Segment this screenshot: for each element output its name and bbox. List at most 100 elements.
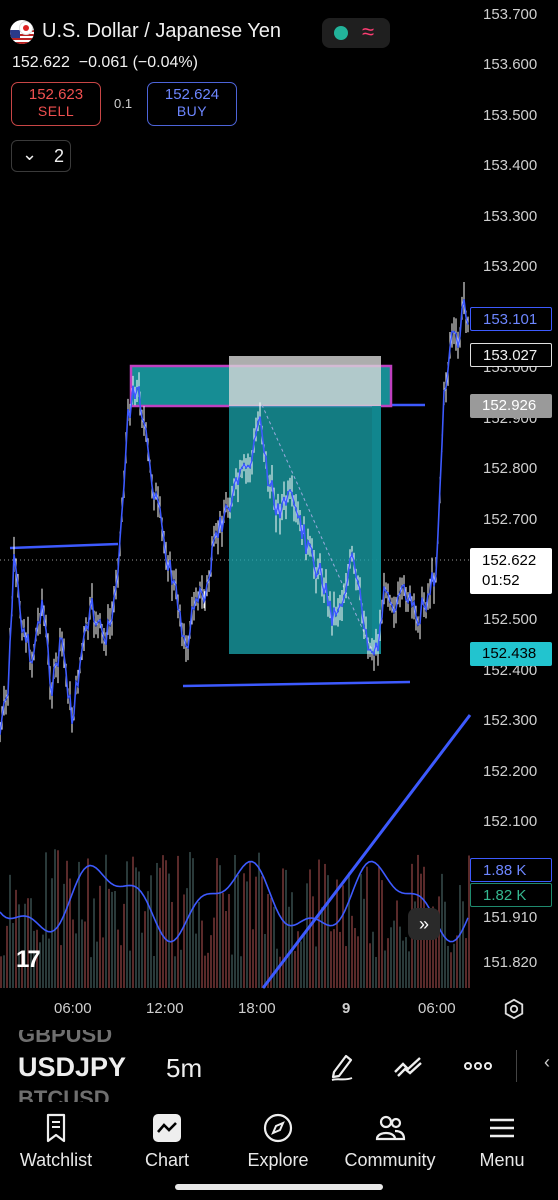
volume-bar xyxy=(129,950,131,988)
menu-icon xyxy=(490,1118,514,1138)
volume-bar xyxy=(282,868,284,988)
volume-bar xyxy=(27,898,29,988)
volume-bar xyxy=(303,935,305,988)
volume-bar xyxy=(255,876,257,988)
wave-icon: ≈ xyxy=(362,19,375,44)
volume-bar xyxy=(285,869,287,988)
volume-bar xyxy=(225,911,227,988)
volume-bar xyxy=(315,946,317,988)
buy-button[interactable]: 152.624 BUY xyxy=(147,82,237,126)
bookmark-icon xyxy=(46,1113,66,1143)
price-quote: 152.622 −0.061 (−0.04%) xyxy=(12,54,198,72)
support-line-bottom[interactable] xyxy=(182,680,411,688)
volume-bar xyxy=(6,925,8,988)
chart-settings-icon[interactable] xyxy=(503,998,525,1020)
more-options-icon[interactable] xyxy=(462,1050,494,1082)
volume-bar xyxy=(57,850,59,988)
volume-bar xyxy=(369,943,371,988)
price-axis-label: 151.820 xyxy=(483,954,538,972)
volume-bar xyxy=(240,956,242,988)
volume-bars xyxy=(0,849,470,988)
volume-bar xyxy=(375,956,377,988)
volume-bar xyxy=(246,881,248,988)
market-status-pill[interactable]: ≈ xyxy=(322,18,390,48)
volume-bar xyxy=(447,945,449,988)
last-price-tag-value: 152.622 xyxy=(482,552,537,569)
volume-bar xyxy=(42,934,44,988)
volume-bar xyxy=(69,878,71,988)
scroll-to-latest-button[interactable]: » xyxy=(408,908,440,940)
volume-bar xyxy=(249,861,251,988)
sell-button[interactable]: 152.623 SELL xyxy=(11,82,101,126)
toolbar-divider xyxy=(516,1050,517,1082)
chevron-down-icon: ⌄ xyxy=(22,144,38,164)
volume-bar xyxy=(39,942,41,988)
drawing-tools-icon[interactable] xyxy=(392,1050,424,1082)
volume-bar xyxy=(141,932,143,988)
tradingview-logo-icon: 17 xyxy=(16,946,41,973)
chevron-left-icon[interactable]: ‹ xyxy=(544,1052,550,1073)
price-tag-teal: 152.438 xyxy=(470,642,552,666)
volume-bar xyxy=(462,901,464,988)
tab-chart[interactable]: Chart xyxy=(112,1112,222,1171)
volume-bar xyxy=(144,911,146,988)
volume-bar xyxy=(363,898,365,988)
volume-bar xyxy=(183,894,185,988)
volume-bar xyxy=(216,858,218,988)
symbol-title[interactable]: U.S. Dollar / Japanese Yen xyxy=(42,20,281,43)
volume-bar xyxy=(96,941,98,988)
tab-label: Community xyxy=(344,1150,436,1170)
volume-bar xyxy=(54,849,56,988)
price-axis-label: 152.700 xyxy=(483,510,538,528)
tab-menu[interactable]: Menu xyxy=(447,1112,557,1171)
volume-bar xyxy=(465,938,467,988)
volume-bar xyxy=(396,900,398,988)
home-indicator[interactable] xyxy=(175,1184,383,1190)
price-change: −0.061 (−0.04%) xyxy=(78,54,198,71)
tab-label: Menu xyxy=(479,1150,525,1170)
volume-bar xyxy=(195,933,197,988)
volume-bar xyxy=(372,931,374,988)
volume-bar xyxy=(327,875,329,988)
price-tag-gray: 152.926 xyxy=(470,394,552,418)
volume-bar xyxy=(351,915,353,988)
volume-bar xyxy=(318,859,320,988)
volume-tag-blue: 1.88 K xyxy=(470,858,552,882)
volume-bar xyxy=(81,919,83,988)
volume-bar xyxy=(234,854,236,988)
price-axis-label: 153.500 xyxy=(483,106,538,124)
volume-bar xyxy=(222,892,224,988)
position-stop-zone[interactable] xyxy=(229,356,381,406)
indicators-toggle-button[interactable]: ⌄ 2 xyxy=(11,140,71,172)
volume-bar xyxy=(87,858,89,988)
volume-bar xyxy=(192,858,194,988)
tab-community[interactable]: Community xyxy=(335,1112,445,1171)
volume-bar xyxy=(357,936,359,988)
tab-explore[interactable]: Explore xyxy=(223,1112,333,1171)
volume-bar xyxy=(12,923,14,988)
tab-label: Chart xyxy=(144,1150,189,1170)
volume-bar xyxy=(231,954,233,988)
timeframe-selector[interactable]: 5m xyxy=(166,1053,202,1084)
pencil-draw-icon[interactable] xyxy=(326,1050,358,1082)
volume-bar xyxy=(63,883,65,988)
bar-countdown: 01:52 xyxy=(482,572,520,589)
time-label: 12:00 xyxy=(146,1000,184,1017)
volume-bar xyxy=(132,856,134,988)
volume-bar xyxy=(210,935,212,988)
buy-label: BUY xyxy=(176,103,208,119)
volume-bar xyxy=(456,935,458,988)
volume-bar xyxy=(72,919,74,988)
volume-bar xyxy=(117,929,119,988)
volume-bar xyxy=(324,863,326,988)
volume-bar xyxy=(213,917,215,988)
volume-bar xyxy=(393,920,395,988)
tab-watchlist[interactable]: Watchlist xyxy=(1,1112,111,1171)
volume-bar xyxy=(48,938,50,988)
current-symbol[interactable]: USDJPY xyxy=(18,1052,126,1083)
volume-bar xyxy=(339,931,341,988)
volume-bar xyxy=(153,955,155,988)
support-line-left[interactable] xyxy=(9,542,119,550)
volume-bar xyxy=(9,874,11,988)
price-axis-label: 152.300 xyxy=(483,712,538,730)
